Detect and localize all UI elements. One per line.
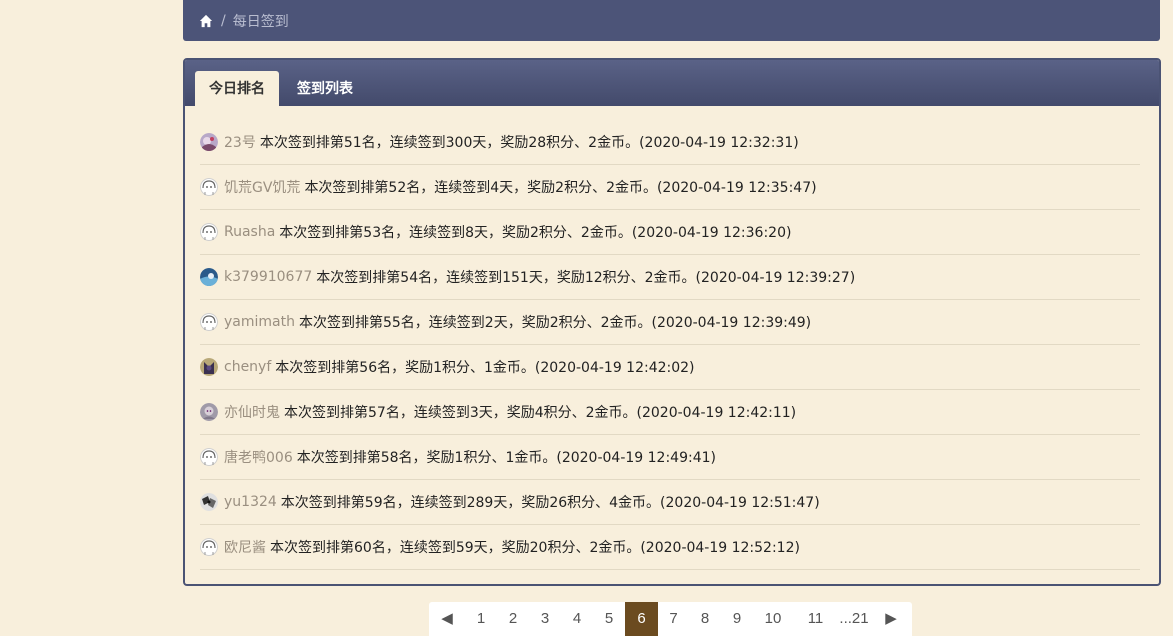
page-link[interactable]: 6 [625,602,658,636]
list-item: 亦仙时鬼 本次签到排第57名，连续签到3天，奖励4积分、2金币。(2020-04-… [200,390,1140,435]
signin-record-text: 本次签到排第56名，奖励1积分、1金币。(2020-04-19 12:42:02… [275,360,695,376]
page-link[interactable]: 4 [561,602,593,636]
list-item: k379910677 本次签到排第54名，连续签到151天，奖励12积分、2金币。… [200,255,1140,300]
breadcrumb-separator: / [221,12,226,29]
page-link[interactable]: 11 [793,602,838,636]
signin-record-text: 本次签到排第53名，连续签到8天，奖励2积分、2金币。(2020-04-19 1… [279,225,792,241]
prev-page-button[interactable]: ◀ [429,602,465,636]
page-link[interactable]: 1 [465,602,497,636]
list-item: 欧尼酱 本次签到排第60名，连续签到59天，奖励20积分、2金币。(2020-04… [200,525,1140,570]
signin-record-text: 本次签到排第52名，连续签到4天，奖励2积分、2金币。(2020-04-19 1… [304,180,817,196]
list-item: 23号 本次签到排第51名，连续签到300天，奖励28积分、2金币。(2020-0… [200,120,1140,165]
breadcrumb-current: 每日签到 [232,13,289,30]
avatar[interactable] [200,313,218,331]
signin-record-text: 本次签到排第60名，连续签到59天，奖励20积分、2金币。(2020-04-19… [270,540,800,556]
pagination: ◀ 1 2 3 4 5 6 7 8 9 10 11 ...21 ▶ [429,602,912,636]
next-page-button[interactable]: ▶ [870,602,912,636]
avatar[interactable] [200,223,218,241]
avatar[interactable] [200,538,218,556]
username-link[interactable]: 饥荒GV饥荒 [224,177,300,197]
avatar[interactable] [200,403,218,421]
list-item: 饥荒GV饥荒 本次签到排第52名，连续签到4天，奖励2积分、2金币。(2020-0… [200,165,1140,210]
signin-record-text: 本次签到排第51名，连续签到300天，奖励28积分、2金币。(2020-04-1… [259,135,799,151]
list-item: yu1324 本次签到排第59名，连续签到289天，奖励26积分、4金币。(202… [200,480,1140,525]
page-link[interactable]: 8 [689,602,721,636]
username-link[interactable]: Ruasha [224,224,275,240]
tab-signin-list[interactable]: 签到列表 [283,71,367,106]
username-link[interactable]: 亦仙时鬼 [224,402,280,422]
breadcrumb: / 每日签到 [183,0,1160,41]
signin-list: 23号 本次签到排第51名，连续签到300天，奖励28积分、2金币。(2020-0… [200,120,1140,570]
avatar[interactable] [200,493,218,511]
page-link[interactable]: 7 [658,602,689,636]
tab-bar: 今日排名 签到列表 [185,60,1159,106]
list-item: 唐老鸭006 本次签到排第58名，奖励1积分、1金币。(2020-04-19 12… [200,435,1140,480]
signin-record-text: 本次签到排第54名，连续签到151天，奖励12积分、2金币。(2020-04-1… [316,270,856,286]
avatar[interactable] [200,358,218,376]
username-link[interactable]: yu1324 [224,494,277,510]
username-link[interactable]: yamimath [224,314,295,330]
list-item: chenyf 本次签到排第56名，奖励1积分、1金币。(2020-04-19 12… [200,345,1140,390]
username-link[interactable]: 23号 [224,132,256,152]
list-item: yamimath 本次签到排第55名，连续签到2天，奖励2积分、2金币。(2020… [200,300,1140,345]
avatar[interactable] [200,178,218,196]
avatar[interactable] [200,133,218,151]
list-item: Ruasha 本次签到排第53名，连续签到8天，奖励2积分、2金币。(2020-0… [200,210,1140,255]
username-link[interactable]: 唐老鸭006 [224,447,293,467]
signin-record-text: 本次签到排第57名，连续签到3天，奖励4积分、2金币。(2020-04-19 1… [284,405,797,421]
username-link[interactable]: k379910677 [224,269,312,285]
page-link[interactable]: 3 [529,602,561,636]
avatar[interactable] [200,268,218,286]
username-link[interactable]: 欧尼酱 [224,537,266,557]
page-link[interactable]: 5 [593,602,625,636]
home-icon[interactable] [199,14,213,28]
tab-today-ranking[interactable]: 今日排名 [195,71,279,106]
signin-record-text: 本次签到排第58名，奖励1积分、1金币。(2020-04-19 12:49:41… [296,450,716,466]
username-link[interactable]: chenyf [224,359,271,375]
page-link[interactable]: 9 [721,602,753,636]
avatar[interactable] [200,448,218,466]
page-link[interactable]: 10 [753,602,793,636]
signin-panel: 今日排名 签到列表 23号 本次签到排第51名，连续签到300天，奖励28积分、2… [183,58,1161,586]
signin-record-text: 本次签到排第59名，连续签到289天，奖励26积分、4金币。(2020-04-1… [280,495,820,511]
page-link[interactable]: 2 [497,602,529,636]
page-link[interactable]: ...21 [838,602,870,636]
signin-record-text: 本次签到排第55名，连续签到2天，奖励2积分、2金币。(2020-04-19 1… [298,315,812,331]
